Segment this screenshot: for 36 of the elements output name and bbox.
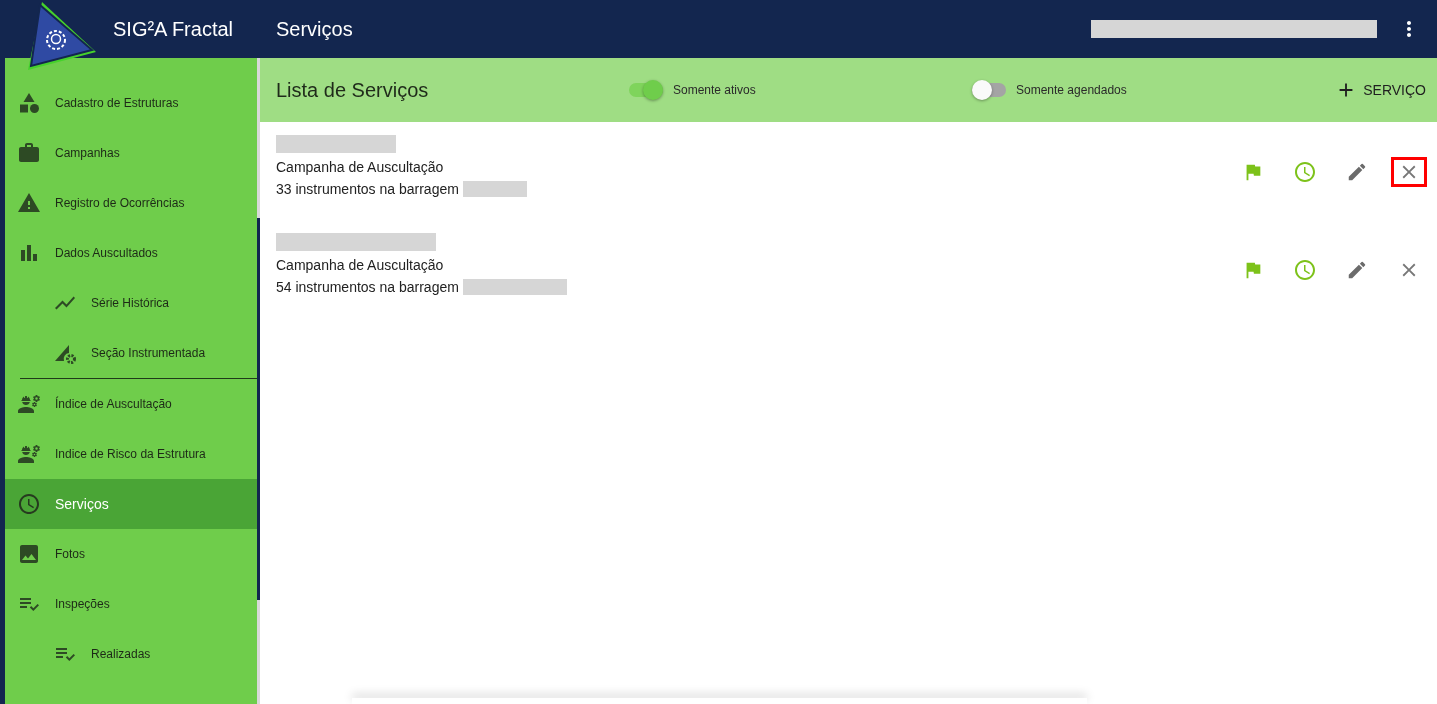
service-detail: 33 instrumentos na barragem	[276, 181, 459, 197]
clock-icon	[1293, 258, 1317, 282]
clock-icon	[17, 492, 41, 516]
clock-icon	[1293, 160, 1317, 184]
image-icon	[17, 542, 41, 566]
service-detail: 54 instrumentos na barragem	[276, 279, 459, 295]
app-name: SIG²A Fractal	[113, 17, 235, 41]
sidebar-item[interactable]: Campanhas	[5, 128, 257, 178]
service-type: Campanha de Auscultação	[276, 257, 445, 273]
toggle-switch[interactable]	[972, 83, 1006, 97]
edit-icon	[1346, 259, 1368, 281]
briefcase-icon	[17, 141, 41, 165]
toggle-label: Somente agendados	[1016, 83, 1127, 97]
sidebar-item[interactable]: Indice de Risco da Estrutura	[5, 429, 257, 479]
close-button[interactable]	[1391, 157, 1427, 187]
sidebar-item[interactable]: Cadastro de Estruturas	[5, 78, 257, 128]
page-title: Serviços	[276, 17, 354, 41]
sidebar-subitem[interactable]: Realizadas	[5, 629, 257, 679]
add-service-button[interactable]: SERVIÇO	[1335, 75, 1426, 105]
service-type: Campanha de Auscultação	[276, 159, 445, 175]
worker-icon	[17, 392, 41, 416]
worker-icon	[17, 442, 41, 466]
shapes-icon	[17, 91, 41, 115]
redacted-block	[462, 181, 527, 197]
list-title: Lista de Serviços	[276, 78, 430, 102]
sidebar-item[interactable]: Fotos	[5, 529, 257, 579]
edit-icon	[1346, 161, 1368, 183]
sidebar-item[interactable]: Dados Auscultados	[5, 228, 257, 278]
sidebar-item[interactable]: Inspeções	[5, 579, 257, 629]
sidebar-item[interactable]: Registro de Ocorrências	[5, 178, 257, 228]
sidebar-subitem[interactable]: Seção Instrumentada	[5, 328, 257, 378]
sidebar-item[interactable]: Índice de Auscultação	[5, 379, 257, 429]
sidebar-subitem[interactable]: Série Histórica	[5, 278, 257, 328]
toggle-switch[interactable]	[629, 83, 663, 97]
toggle-label: Somente ativos	[673, 83, 756, 97]
warning-icon	[17, 191, 41, 215]
